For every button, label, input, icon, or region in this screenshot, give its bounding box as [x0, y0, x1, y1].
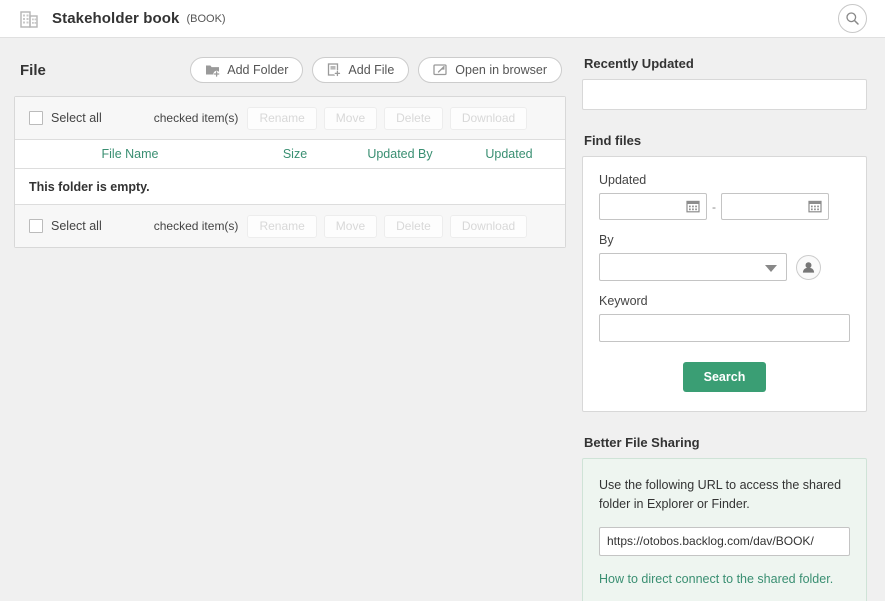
date-from-input[interactable]: [599, 193, 707, 220]
add-folder-label: Add Folder: [227, 63, 289, 77]
column-header-file-name[interactable]: File Name: [15, 147, 245, 161]
by-select[interactable]: [599, 253, 787, 281]
file-table-header: File Name Size Updated By Updated: [15, 140, 565, 169]
by-row: [599, 253, 850, 281]
find-files-title: Find files: [584, 133, 642, 148]
shared-folder-url-input[interactable]: [599, 526, 850, 556]
file-heading: File: [20, 61, 46, 79]
recently-updated-title: Recently Updated: [584, 56, 694, 71]
select-all-label-top[interactable]: Select all: [51, 111, 102, 125]
move-button-top[interactable]: Move: [323, 106, 378, 130]
better-file-sharing-title: Better File Sharing: [584, 435, 700, 450]
date-to-input[interactable]: [721, 193, 829, 220]
search-button-wrap: Search: [599, 362, 850, 392]
add-file-label: Add File: [348, 63, 395, 77]
move-button-bottom[interactable]: Move: [323, 214, 378, 238]
open-in-browser-label: Open in browser: [455, 63, 547, 77]
open-in-browser-icon: [433, 64, 447, 76]
project-key: (BOOK): [186, 12, 226, 25]
column-header-size[interactable]: Size: [245, 147, 345, 161]
select-all-checkbox-top[interactable]: [29, 111, 43, 125]
bulk-action-bar-bottom: Select all checked item(s) Rename Move D…: [15, 204, 565, 247]
global-search-button[interactable]: [838, 4, 867, 33]
delete-button-bottom[interactable]: Delete: [384, 214, 443, 238]
delete-button-top[interactable]: Delete: [384, 106, 443, 130]
updated-date-range: -: [599, 193, 850, 220]
checked-items-label-top: checked item(s): [153, 111, 239, 125]
add-folder-button[interactable]: Add Folder: [190, 57, 304, 83]
download-button-bottom[interactable]: Download: [449, 214, 528, 238]
select-all-label-bottom[interactable]: Select all: [51, 219, 102, 233]
add-folder-icon: [206, 65, 221, 77]
direct-connect-help-link[interactable]: How to direct connect to the shared fold…: [599, 572, 850, 586]
chevron-down-icon: [765, 265, 777, 272]
search-submit-button[interactable]: Search: [682, 362, 767, 392]
calendar-icon: [686, 200, 700, 213]
keyword-input[interactable]: [599, 314, 850, 342]
search-icon: [846, 12, 859, 25]
bulk-action-bar-top: Select all checked item(s) Rename Move D…: [15, 97, 565, 140]
rename-button-top[interactable]: Rename: [247, 106, 317, 130]
share-description: Use the following URL to access the shar…: [599, 478, 842, 512]
checked-items-label-bottom: checked item(s): [153, 219, 239, 233]
find-files-panel: Updated - By Keyword Search: [582, 156, 867, 412]
sidebar: Recently Updated Find files Updated - By…: [582, 56, 867, 601]
file-column: File Add Folder Add File Open in browser…: [14, 56, 566, 601]
recently-updated-panel: [582, 79, 867, 110]
column-header-updated[interactable]: Updated: [455, 147, 563, 161]
download-button-top[interactable]: Download: [449, 106, 528, 130]
calendar-icon: [808, 200, 822, 213]
by-label: By: [599, 233, 614, 247]
open-in-browser-button[interactable]: Open in browser: [418, 57, 562, 83]
file-actions: Add Folder Add File Open in browser: [190, 57, 562, 83]
add-file-icon: [328, 63, 342, 77]
select-all-checkbox-bottom[interactable]: [29, 219, 43, 233]
add-file-button[interactable]: Add File: [312, 57, 410, 83]
file-panel: Select all checked item(s) Rename Move D…: [14, 96, 566, 248]
rename-button-bottom[interactable]: Rename: [247, 214, 317, 238]
building-icon: [18, 8, 40, 30]
updated-label: Updated: [599, 173, 647, 187]
user-avatar-icon: [802, 261, 815, 273]
column-header-updated-by[interactable]: Updated By: [345, 147, 455, 161]
file-header-row: File Add Folder Add File Open in browser: [14, 56, 566, 84]
keyword-label: Keyword: [599, 294, 648, 308]
user-picker-button[interactable]: [796, 254, 821, 280]
top-bar: Stakeholder book (BOOK): [0, 0, 885, 38]
date-range-separator: -: [712, 199, 716, 214]
page-body: File Add Folder Add File Open in browser…: [0, 38, 885, 601]
page-title: Stakeholder book: [52, 10, 180, 27]
empty-folder-message: This folder is empty.: [15, 169, 565, 204]
better-file-sharing-panel: Use the following URL to access the shar…: [582, 458, 867, 601]
